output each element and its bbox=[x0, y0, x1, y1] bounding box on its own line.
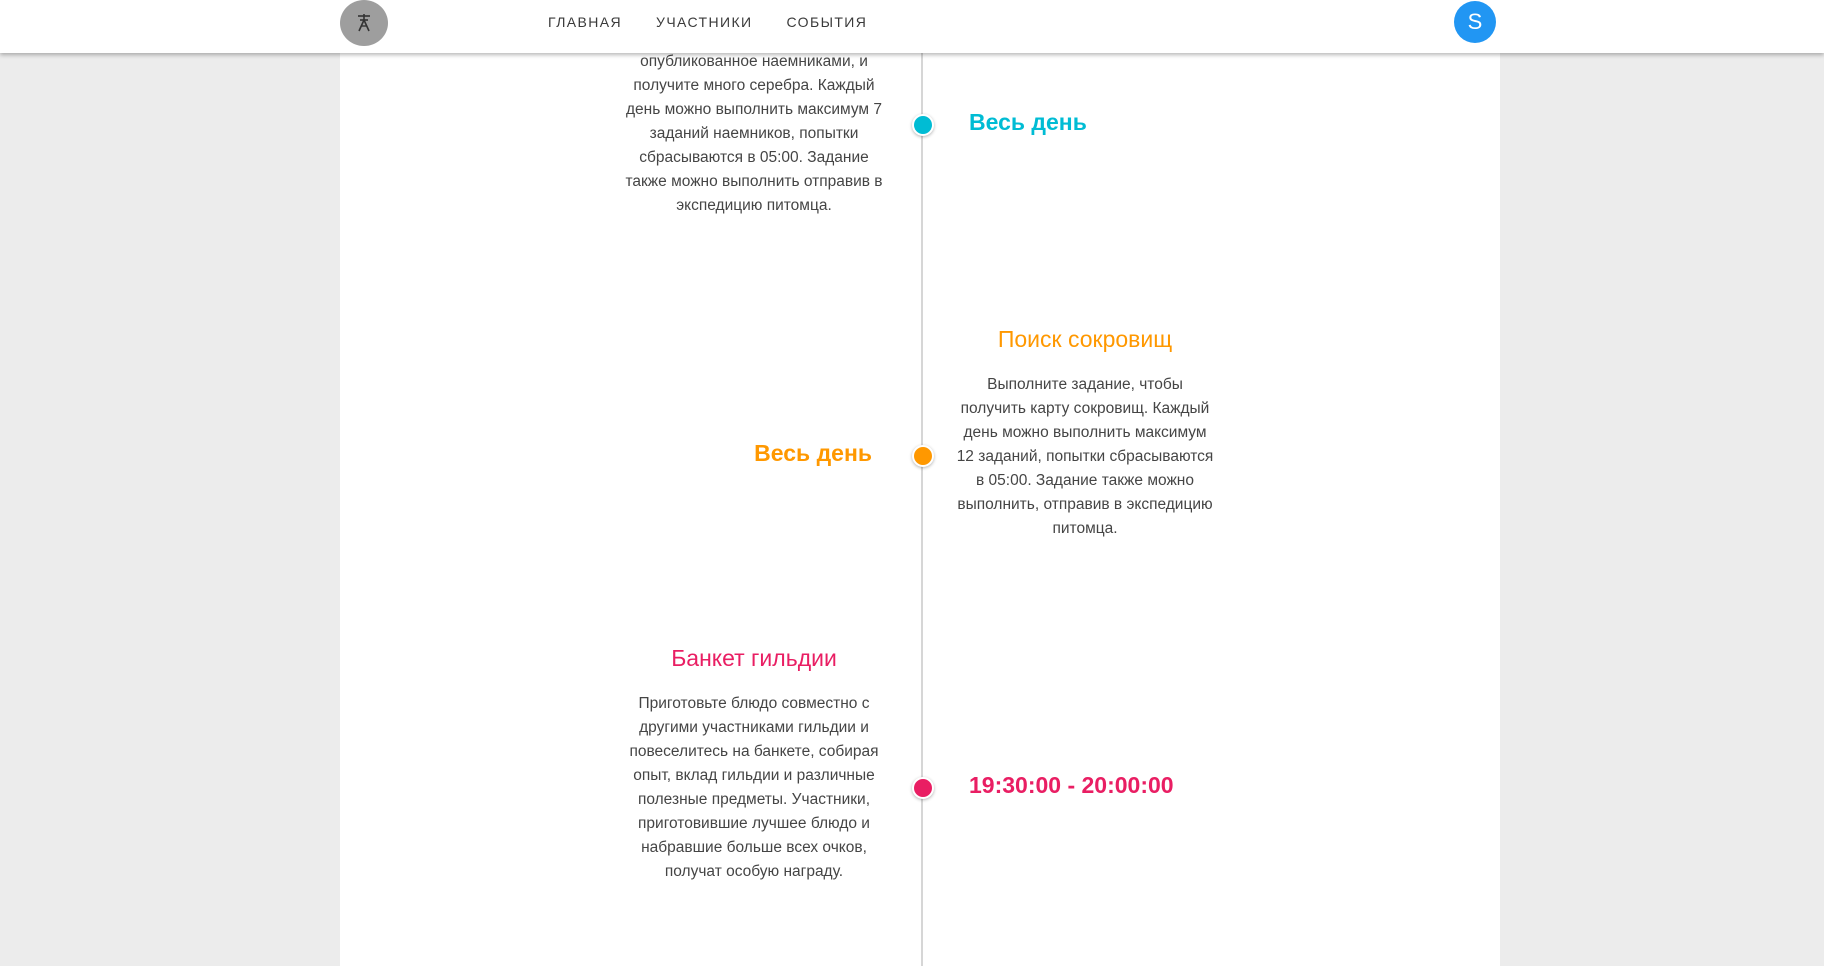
timeline-line bbox=[921, 53, 923, 966]
totem-pole-icon bbox=[358, 14, 370, 32]
event-title: Банкет гильдии bbox=[671, 645, 837, 671]
event-description: Выполните задание, чтобы получить карту … bbox=[956, 376, 1214, 537]
timeline-event-mercenary: опубликованное наемниками, и получите мн… bbox=[624, 50, 884, 218]
timeline-event-guild-banquet: Банкет гильдии Приготовьте блюдо совмест… bbox=[624, 645, 884, 884]
user-avatar[interactable]: S bbox=[1454, 1, 1496, 43]
timeline-event-treasure-hunt: Поиск сокровищ Выполните задание, чтобы … bbox=[955, 326, 1215, 541]
timeline-container bbox=[340, 0, 1500, 966]
top-app-bar: ГЛАВНАЯ УЧАСТНИКИ СОБЫТИЯ S bbox=[0, 0, 1824, 53]
event-title: Поиск сокровищ bbox=[997, 326, 1173, 352]
event-description: Приготовьте блюдо совместно с другими уч… bbox=[629, 695, 879, 880]
event-time: Весь день bbox=[969, 109, 1087, 135]
event-description: опубликованное наемниками, и получите мн… bbox=[625, 53, 883, 214]
nav-events[interactable]: СОБЫТИЯ bbox=[786, 12, 867, 32]
nav-members[interactable]: УЧАСТНИКИ bbox=[656, 12, 752, 32]
event-time: Весь день bbox=[754, 440, 872, 466]
timeline-dot bbox=[912, 114, 934, 136]
logo[interactable] bbox=[340, 0, 388, 46]
nav-home[interactable]: ГЛАВНАЯ bbox=[548, 12, 622, 32]
timeline-dot bbox=[912, 445, 934, 467]
timeline-dot bbox=[912, 777, 934, 799]
main-nav: ГЛАВНАЯ УЧАСТНИКИ СОБЫТИЯ bbox=[548, 12, 901, 32]
event-time: 19:30:00 - 20:00:00 bbox=[969, 772, 1174, 798]
